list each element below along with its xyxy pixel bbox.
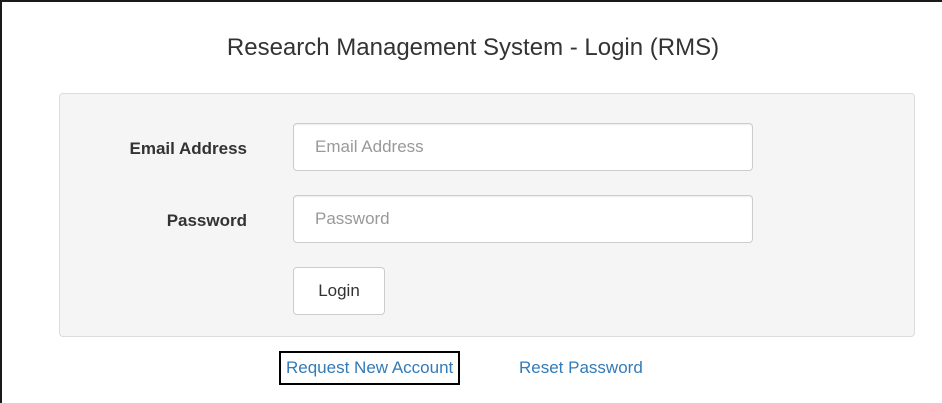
email-label: Email Address [129, 139, 247, 158]
login-page: Research Management System - Login (RMS)… [0, 0, 942, 403]
password-label: Password [166, 211, 247, 230]
reset-password-link[interactable]: Reset Password [519, 351, 643, 385]
page-title: Research Management System - Login (RMS) [226, 34, 720, 61]
request-new-account-link[interactable]: Request New Account [279, 351, 461, 385]
account-links: Request New Account Reset Password [2, 351, 942, 387]
login-button[interactable]: Login [293, 267, 385, 315]
email-input[interactable] [293, 123, 753, 171]
password-input[interactable] [293, 195, 753, 243]
